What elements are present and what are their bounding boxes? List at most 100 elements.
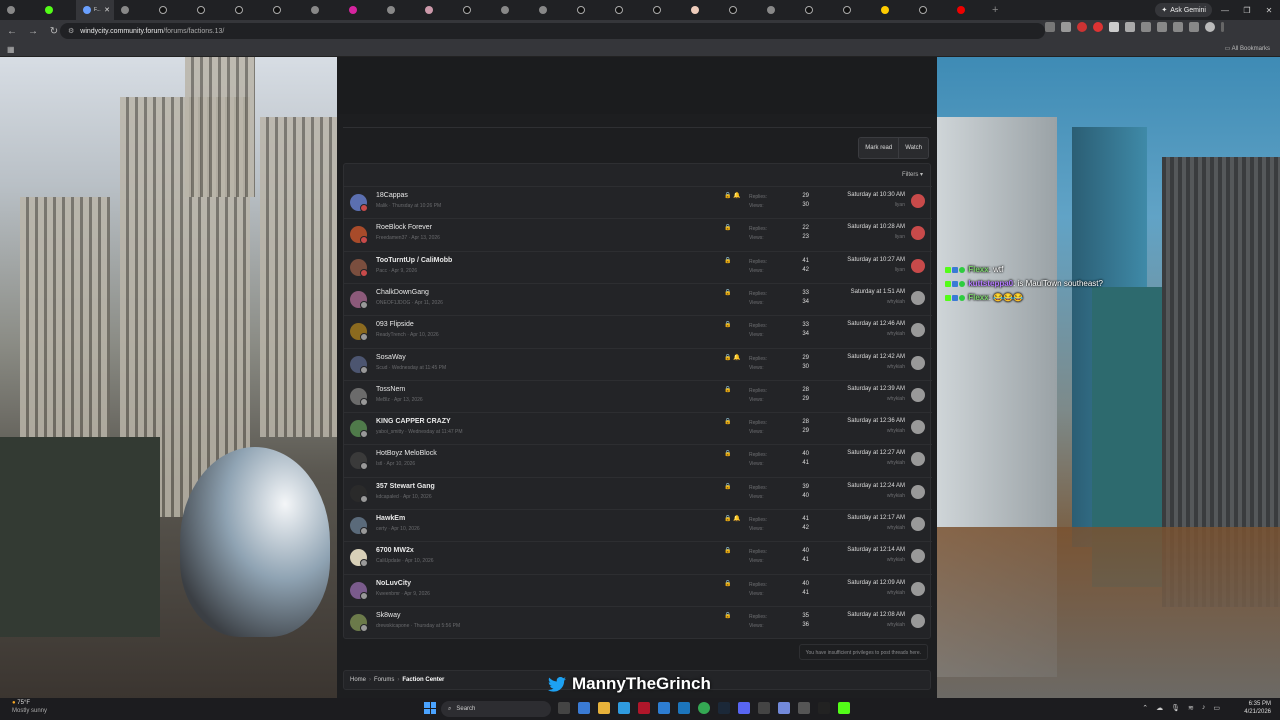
last-poster-avatar[interactable] <box>911 549 925 564</box>
browser-tab[interactable] <box>152 0 190 20</box>
site-info-icon[interactable]: ⚙ <box>68 27 74 35</box>
thread-row[interactable]: ChalkDownGang ONEOF1JDOG · Apr 11, 2026 🔒 R… <box>344 282 932 315</box>
steam-icon[interactable] <box>718 702 730 714</box>
address-bar[interactable]: ⚙ windycity.community.forum/forums/facti… <box>60 23 1045 39</box>
battery-icon[interactable]: ▭ <box>1213 704 1220 712</box>
file-explorer-icon[interactable] <box>598 702 610 714</box>
last-post-user[interactable]: whykiah <box>887 590 905 596</box>
weather-widget[interactable]: ● 75°F Mostly sunny <box>12 699 47 715</box>
close-window-icon[interactable]: ✕ <box>1258 0 1280 20</box>
new-tab-icon[interactable]: + <box>992 4 998 16</box>
extension-icon[interactable] <box>1109 22 1119 32</box>
browser-tab[interactable] <box>418 0 456 20</box>
last-poster-avatar[interactable] <box>911 581 925 596</box>
thread-title[interactable]: 357 Stewart Gang <box>376 483 435 490</box>
browser-tab[interactable] <box>798 0 836 20</box>
last-post-date[interactable]: Saturday at 12:46 AM <box>847 321 905 327</box>
volume-icon[interactable]: ♪ <box>1202 704 1206 712</box>
last-post-user[interactable]: whykiah <box>887 557 905 563</box>
last-poster-avatar[interactable] <box>911 258 925 273</box>
last-post-user[interactable]: whykiah <box>887 622 905 628</box>
extension-icon[interactable] <box>1125 22 1135 32</box>
last-poster-avatar[interactable] <box>911 226 925 241</box>
kick-icon[interactable] <box>838 702 850 714</box>
browser-tab[interactable] <box>684 0 722 20</box>
last-post-date[interactable]: Saturday at 12:36 AM <box>847 418 905 424</box>
browser-tab[interactable] <box>190 0 228 20</box>
last-post-user[interactable]: liyan <box>895 234 905 240</box>
browser-tab[interactable] <box>950 0 988 20</box>
filters-dropdown[interactable]: Filters ▾ <box>902 171 923 178</box>
thread-title[interactable]: SosaWay <box>376 354 406 361</box>
browser-tab[interactable] <box>874 0 912 20</box>
task-view-icon[interactable] <box>558 702 570 714</box>
last-post-date[interactable]: Saturday at 10:30 AM <box>847 192 905 198</box>
ask-gemini-button[interactable]: ✦ Ask Gemini <box>1155 3 1212 17</box>
extensions-puzzle-icon[interactable] <box>1141 22 1151 32</box>
last-post-user[interactable]: whykiah <box>887 331 905 337</box>
wifi-icon[interactable]: ≋ <box>1188 704 1194 712</box>
thread-row[interactable]: HotBoyz MeloBlock Istl · Apr 10, 2026 🔒 Rep… <box>344 444 932 476</box>
thread-title[interactable]: Sk8way <box>376 612 401 619</box>
browser-tab[interactable] <box>760 0 798 20</box>
browser-tab[interactable] <box>532 0 570 20</box>
taskbar-search[interactable]: ⌕ Search <box>441 701 551 717</box>
last-poster-avatar[interactable] <box>911 517 925 531</box>
last-poster-avatar[interactable] <box>911 387 925 402</box>
minimize-icon[interactable]: — <box>1214 0 1236 20</box>
install-app-icon[interactable] <box>1045 22 1055 32</box>
thread-row[interactable]: HawkEm certy · Apr 10, 2026 🔒 🔔 Replies: Vie… <box>344 509 932 541</box>
browser-tab[interactable] <box>836 0 874 20</box>
last-poster-avatar[interactable] <box>911 355 925 370</box>
clock[interactable]: 6:35 PM 4/21/2026 <box>1244 700 1271 716</box>
terminal-icon[interactable] <box>818 702 830 714</box>
microphone-icon[interactable]: 🎙 <box>1171 704 1180 712</box>
thread-row[interactable]: TossNem MeBlz · Apr 13, 2026 🔒 Replies: View… <box>344 379 932 412</box>
forward-icon[interactable]: → <box>24 22 42 40</box>
last-post-date[interactable]: Saturday at 12:39 AM <box>847 386 905 392</box>
thread-title[interactable]: 093 Flipside <box>376 321 414 328</box>
store-icon[interactable] <box>658 702 670 714</box>
menu-kebab-icon[interactable] <box>1221 22 1224 32</box>
last-poster-avatar[interactable] <box>911 452 925 467</box>
last-post-user[interactable]: whykiah <box>887 493 905 499</box>
discord-icon[interactable] <box>778 702 790 714</box>
app-icon[interactable] <box>758 702 770 714</box>
last-post-date[interactable]: Saturday at 10:27 AM <box>847 257 905 263</box>
thread-row[interactable]: RoeBlock Forever Freedamen37 · Apr 13, 20… <box>344 218 932 250</box>
breadcrumb-forums[interactable]: Forums <box>374 677 394 683</box>
extension-icon[interactable] <box>1077 22 1087 32</box>
thread-row[interactable]: 6700 MW2x CaliUpdate · Apr 10, 2026 🔒 Repli… <box>344 541 932 573</box>
last-post-date[interactable]: Saturday at 12:14 AM <box>847 547 905 553</box>
thread-title[interactable]: ChalkDownGang <box>376 289 429 296</box>
last-poster-avatar[interactable] <box>911 484 925 499</box>
last-post-user[interactable]: whykiah <box>887 525 905 531</box>
apps-grid-icon[interactable]: ▦ <box>7 45 15 54</box>
chrome-icon[interactable] <box>698 702 710 714</box>
maximize-icon[interactable]: ❐ <box>1236 0 1258 20</box>
browser-tab[interactable] <box>456 0 494 20</box>
thread-title[interactable]: NoLuvCity <box>376 580 411 587</box>
browser-tab[interactable] <box>0 0 38 20</box>
sidepanel-icon[interactable] <box>1157 22 1167 32</box>
last-post-date[interactable]: Saturday at 12:27 AM <box>847 450 905 456</box>
devtools-icon[interactable] <box>1189 22 1199 32</box>
download-icon[interactable] <box>1173 22 1183 32</box>
browser-tab[interactable] <box>570 0 608 20</box>
last-poster-avatar[interactable] <box>911 290 925 305</box>
mail-icon[interactable] <box>678 702 690 714</box>
last-post-user[interactable]: whykiah <box>887 396 905 402</box>
browser-tab[interactable] <box>646 0 684 20</box>
last-post-user[interactable]: liyan <box>895 267 905 273</box>
last-post-date[interactable]: Saturday at 12:42 AM <box>847 354 905 360</box>
adobe-icon[interactable] <box>638 702 650 714</box>
thread-title[interactable]: TooTurntUp / CaliMobb <box>376 257 452 264</box>
browser-tab[interactable] <box>722 0 760 20</box>
thread-row[interactable]: TooTurntUp / CaliMobb Pacc · Apr 9, 2026 🔒… <box>344 250 932 283</box>
app-icon[interactable] <box>738 702 750 714</box>
browser-tab[interactable] <box>304 0 342 20</box>
browser-tab[interactable] <box>380 0 418 20</box>
thread-title[interactable]: KING CAPPER CRAZY <box>376 418 451 425</box>
last-post-user[interactable]: whykiah <box>887 364 905 370</box>
last-post-user[interactable]: whykiah <box>887 299 905 305</box>
